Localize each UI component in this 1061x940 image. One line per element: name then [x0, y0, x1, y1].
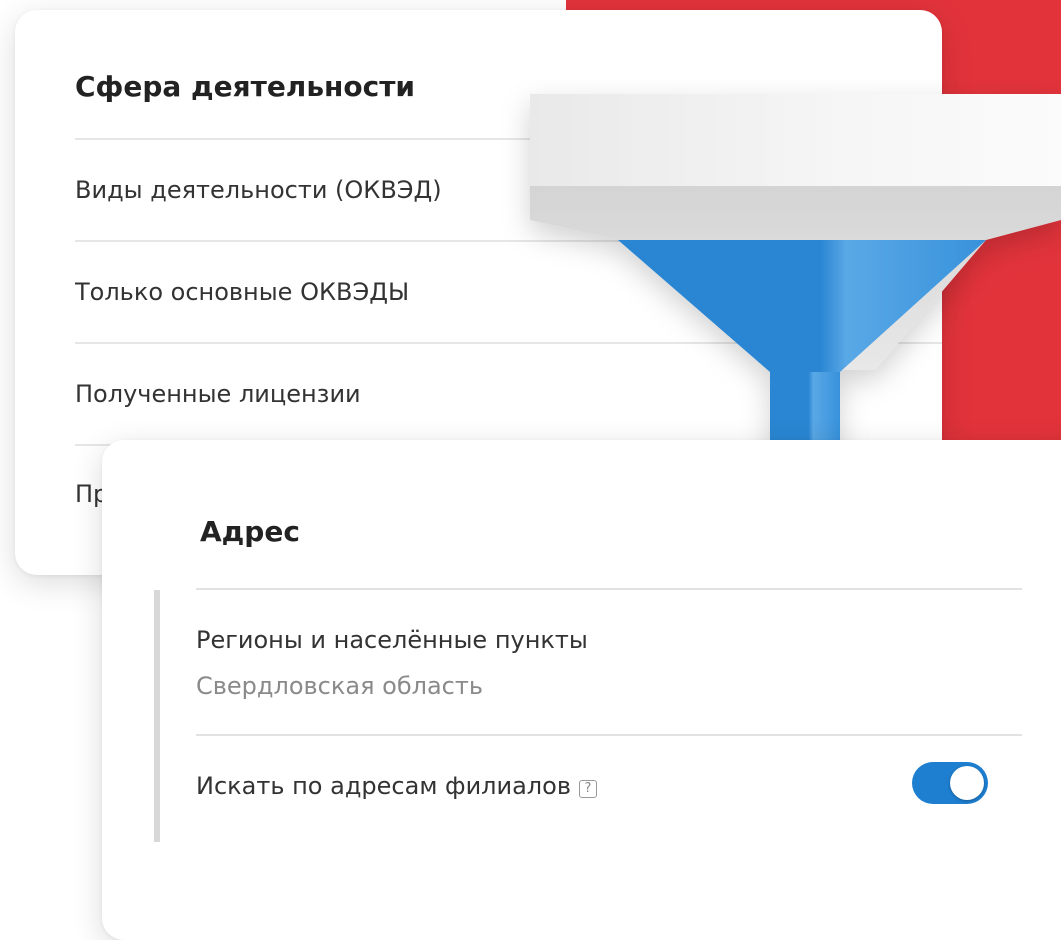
branches-label: Искать по адресам филиалов: [196, 772, 571, 800]
regions-label[interactable]: Регионы и населённые пункты: [196, 626, 588, 654]
section-accent-line: [154, 590, 160, 842]
branches-toggle[interactable]: [912, 762, 988, 804]
address-filter-card: Адрес Регионы и населённые пункты Свердл…: [102, 440, 1061, 940]
question-icon[interactable]: ?: [578, 780, 597, 798]
regions-value[interactable]: Свердловская область: [196, 672, 483, 700]
divider: [196, 588, 1022, 590]
address-card-title: Адрес: [200, 515, 300, 548]
divider: [196, 734, 1022, 736]
activity-card-title: Сфера деятельности: [75, 70, 416, 103]
toggle-knob: [950, 766, 984, 800]
branches-search-row: Искать по адресам филиалов?: [196, 772, 597, 800]
